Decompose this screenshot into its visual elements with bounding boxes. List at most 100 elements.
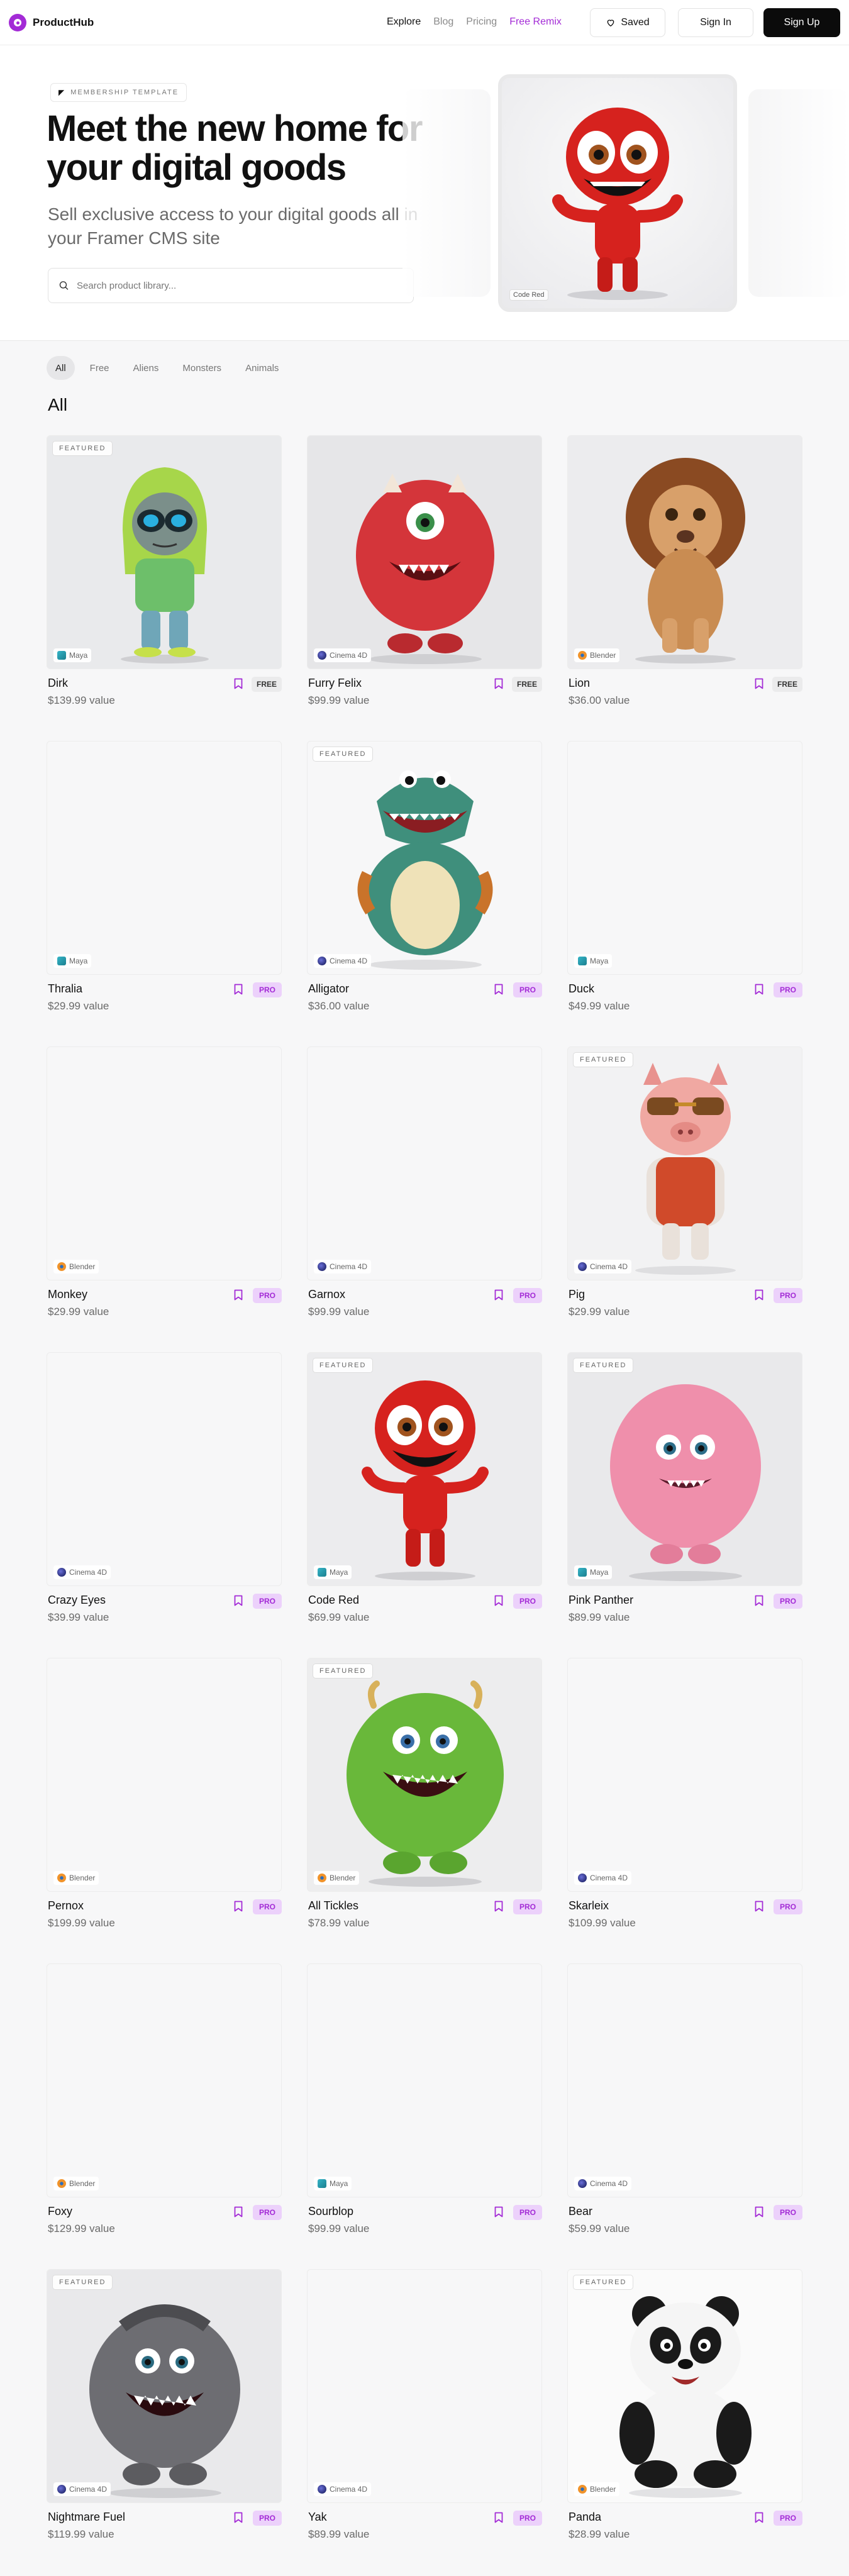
filter-free[interactable]: Free — [81, 356, 118, 380]
product-card-pink-panther[interactable]: FEATURED Maya Pink Panther $89.99 value PRO — [567, 1352, 802, 1631]
carousel-next-card[interactable] — [748, 89, 849, 297]
bookmark-icon[interactable] — [755, 2206, 763, 2218]
product-card-bear[interactable]: Cinema 4D Bear $59.99 value PRO — [567, 1963, 802, 2243]
product-card-lion[interactable]: Blender Lion $36.00 value FREE — [567, 435, 802, 714]
product-card-monkey[interactable]: Blender Monkey $29.99 value PRO — [47, 1046, 282, 1326]
product-name[interactable]: Pig — [569, 1288, 585, 1301]
bookmark-icon[interactable] — [494, 678, 503, 689]
product-card-all-tickles[interactable]: FEATURED Blender All Tickles $78.99 value PR… — [307, 1658, 542, 1937]
product-name[interactable]: All Tickles — [308, 1899, 358, 1913]
product-card-sourblop[interactable]: Maya Sourblop $99.99 value PRO — [307, 1963, 542, 2243]
product-name[interactable]: Nightmare Fuel — [48, 2511, 125, 2524]
product-image[interactable]: FEATURED Cinema 4D — [47, 2269, 282, 2503]
bookmark-icon[interactable] — [755, 1289, 763, 1301]
product-card-panda[interactable]: FEATURED Blender Panda $28.99 value PRO — [567, 2269, 802, 2548]
product-card-dirk[interactable]: FEATURED Maya Dirk $139.99 value FREE — [47, 435, 282, 714]
product-name[interactable]: Foxy — [48, 2205, 72, 2218]
product-name[interactable]: Skarleix — [569, 1899, 609, 1913]
filter-animals[interactable]: Animals — [236, 356, 287, 380]
search-input[interactable] — [77, 280, 403, 291]
product-image[interactable]: Cinema 4D — [307, 2269, 542, 2503]
product-name[interactable]: Pink Panther — [569, 1594, 633, 1607]
carousel-prev-card[interactable] — [402, 89, 491, 297]
product-name[interactable]: Thralia — [48, 982, 82, 996]
product-card-furry-felix[interactable]: Cinema 4D Furry Felix $99.99 value FREE — [307, 435, 542, 714]
search-box[interactable] — [48, 268, 414, 303]
product-name[interactable]: Code Red — [308, 1594, 359, 1607]
product-name[interactable]: Pernox — [48, 1899, 84, 1913]
product-image[interactable]: FEATURED Blender — [307, 1658, 542, 1892]
bookmark-icon[interactable] — [234, 2206, 243, 2218]
filter-monsters[interactable]: Monsters — [174, 356, 230, 380]
product-card-skarleix[interactable]: Cinema 4D Skarleix $109.99 value PRO — [567, 1658, 802, 1937]
bookmark-icon[interactable] — [234, 2512, 243, 2523]
product-image[interactable]: Blender — [47, 1046, 282, 1280]
product-name[interactable]: Dirk — [48, 677, 68, 690]
bookmark-icon[interactable] — [755, 2512, 763, 2523]
nav-link-blog[interactable]: Blog — [433, 16, 453, 28]
nav-link-pricing[interactable]: Pricing — [466, 16, 497, 28]
product-image[interactable]: FEATURED Maya — [307, 1352, 542, 1586]
product-image[interactable]: Blender — [567, 435, 802, 669]
bookmark-icon[interactable] — [755, 1595, 763, 1606]
product-name[interactable]: Lion — [569, 677, 590, 690]
nav-link-explore[interactable]: Explore — [387, 16, 421, 28]
product-card-alligator[interactable]: FEATURED Cinema 4D Alligator $36.00 value PR… — [307, 741, 542, 1020]
product-image[interactable]: Cinema 4D — [567, 1658, 802, 1892]
bookmark-icon[interactable] — [494, 2512, 503, 2523]
product-name[interactable]: Garnox — [308, 1288, 345, 1301]
bookmark-icon[interactable] — [755, 678, 763, 689]
product-name[interactable]: Alligator — [308, 982, 349, 996]
bookmark-icon[interactable] — [234, 678, 243, 689]
product-card-pernox[interactable]: Blender Pernox $199.99 value PRO — [47, 1658, 282, 1937]
product-name[interactable]: Crazy Eyes — [48, 1594, 106, 1607]
product-name[interactable]: Furry Felix — [308, 677, 362, 690]
product-name[interactable]: Yak — [308, 2511, 327, 2524]
saved-button[interactable]: Saved — [590, 8, 665, 37]
product-image[interactable]: Cinema 4D — [567, 1963, 802, 2197]
product-image[interactable]: Blender — [47, 1658, 282, 1892]
product-image[interactable]: FEATURED Cinema 4D — [307, 741, 542, 975]
filter-all[interactable]: All — [47, 356, 75, 380]
bookmark-icon[interactable] — [494, 2206, 503, 2218]
sign-in-button[interactable]: Sign In — [678, 8, 753, 37]
product-image[interactable]: FEATURED Maya — [567, 1352, 802, 1586]
product-image[interactable]: Cinema 4D — [307, 1046, 542, 1280]
product-name[interactable]: Sourblop — [308, 2205, 353, 2218]
product-card-nightmare-fuel[interactable]: FEATURED Cinema 4D Nightmare Fuel $119.99 v… — [47, 2269, 282, 2548]
product-name[interactable]: Monkey — [48, 1288, 87, 1301]
product-card-thralia[interactable]: Maya Thralia $29.99 value PRO — [47, 741, 282, 1020]
brand[interactable]: ProductHub — [9, 14, 94, 31]
bookmark-icon[interactable] — [234, 1901, 243, 1912]
bookmark-icon[interactable] — [234, 1595, 243, 1606]
product-name[interactable]: Panda — [569, 2511, 601, 2524]
hero-product-card[interactable]: Code Red — [498, 74, 737, 312]
product-image[interactable]: Maya — [567, 741, 802, 975]
product-image[interactable]: Cinema 4D — [47, 1352, 282, 1586]
bookmark-icon[interactable] — [494, 1901, 503, 1912]
product-card-code-red[interactable]: FEATURED Maya Code Red $69.99 value PRO — [307, 1352, 542, 1631]
bookmark-icon[interactable] — [494, 1289, 503, 1301]
product-image[interactable]: Maya — [47, 741, 282, 975]
bookmark-icon[interactable] — [234, 1289, 243, 1301]
sign-up-button[interactable]: Sign Up — [763, 8, 840, 37]
product-image[interactable]: FEATURED Maya — [47, 435, 282, 669]
product-image[interactable]: Cinema 4D — [307, 435, 542, 669]
product-card-foxy[interactable]: Blender Foxy $129.99 value PRO — [47, 1963, 282, 2243]
bookmark-icon[interactable] — [755, 984, 763, 995]
product-card-pig[interactable]: FEATURED Cinema 4D Pig $29.99 value PRO — [567, 1046, 802, 1326]
bookmark-icon[interactable] — [234, 984, 243, 995]
product-image[interactable]: FEATURED Blender — [567, 2269, 802, 2503]
product-image[interactable]: Maya — [307, 1963, 542, 2197]
product-name[interactable]: Duck — [569, 982, 594, 996]
bookmark-icon[interactable] — [494, 1595, 503, 1606]
product-card-crazy-eyes[interactable]: Cinema 4D Crazy Eyes $39.99 value PRO — [47, 1352, 282, 1631]
bookmark-icon[interactable] — [755, 1901, 763, 1912]
nav-link-free-remix[interactable]: Free Remix — [509, 16, 562, 28]
product-card-garnox[interactable]: Cinema 4D Garnox $99.99 value PRO — [307, 1046, 542, 1326]
product-image[interactable]: FEATURED Cinema 4D — [567, 1046, 802, 1280]
product-card-duck[interactable]: Maya Duck $49.99 value PRO — [567, 741, 802, 1020]
product-card-yak[interactable]: Cinema 4D Yak $89.99 value PRO — [307, 2269, 542, 2548]
filter-aliens[interactable]: Aliens — [125, 356, 168, 380]
product-name[interactable]: Bear — [569, 2205, 592, 2218]
